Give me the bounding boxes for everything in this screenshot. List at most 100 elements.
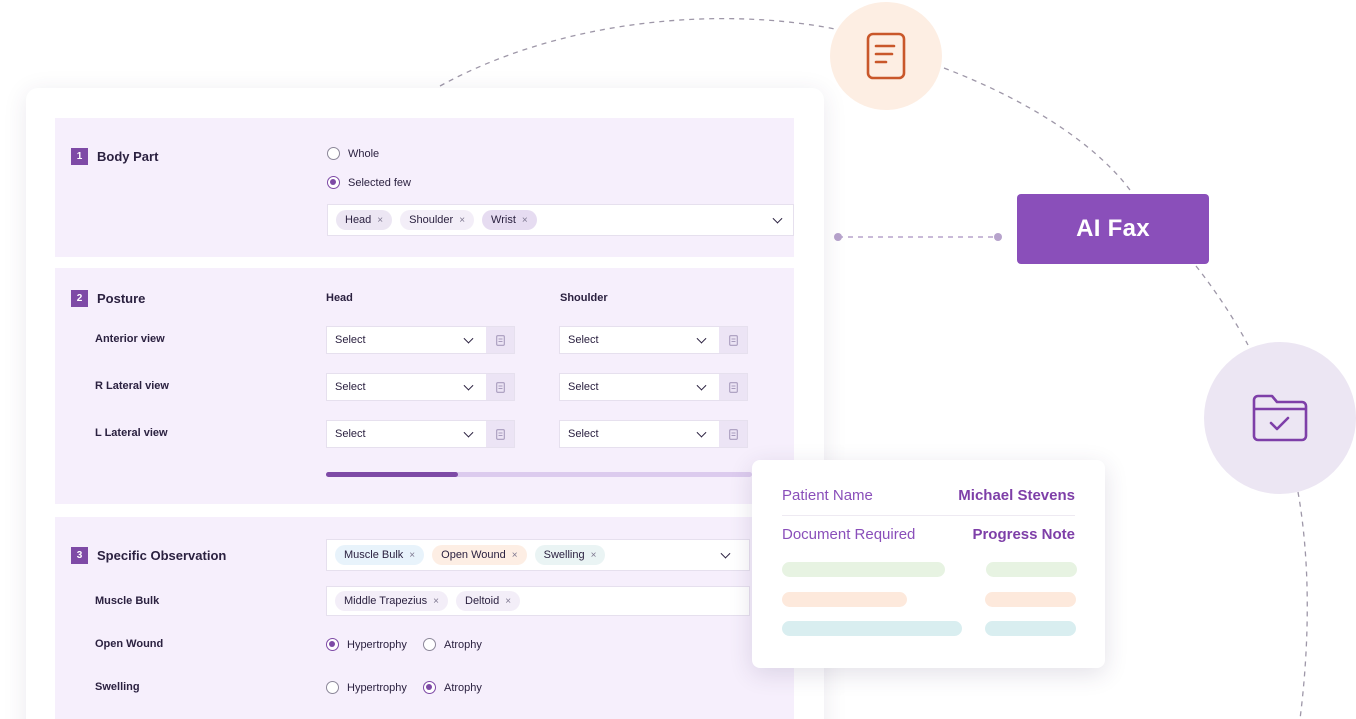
close-icon[interactable]: × (512, 550, 518, 561)
select-head-anterior[interactable]: Select (326, 326, 515, 354)
muscle-bulk-label: Muscle Bulk (95, 595, 160, 607)
chip-swelling[interactable]: Swelling × (534, 545, 606, 565)
doc-small-icon[interactable] (486, 374, 514, 400)
muscle-bulk-multiselect[interactable]: Middle Trapezius × Deltoid × (326, 586, 750, 616)
chip-muscle-bulk[interactable]: Muscle Bulk × (335, 545, 425, 565)
doc-small-icon[interactable] (719, 327, 747, 353)
chip-label: Muscle Bulk (344, 549, 404, 561)
folder-check-icon (1252, 394, 1308, 442)
section-number: 2 (71, 290, 88, 307)
chevron-down-icon[interactable] (463, 427, 474, 438)
ai-fax-button[interactable]: AI Fax (1017, 194, 1209, 264)
row-anterior-view: Anterior view (95, 333, 165, 345)
select-value: Select (335, 381, 366, 393)
select-shoulder-r-lateral[interactable]: Select (559, 373, 748, 401)
close-icon[interactable]: × (459, 215, 465, 226)
select-value: Select (335, 334, 366, 346)
close-icon[interactable]: × (591, 550, 597, 561)
body-part-panel (55, 118, 794, 257)
scrollbar-thumb[interactable] (326, 472, 459, 477)
chevron-down-icon[interactable] (696, 427, 707, 438)
document-required-row: Document Required Progress Note (782, 526, 1075, 543)
swelling-label: Swelling (95, 681, 140, 693)
close-icon[interactable]: × (409, 550, 415, 561)
chip-label: Deltoid (465, 595, 500, 607)
radio-open-wound-atrophy[interactable]: Atrophy (423, 638, 482, 651)
radio-swelling-hypertrophy[interactable]: Hypertrophy (326, 681, 407, 694)
chip-label: Head (345, 214, 372, 226)
select-value: Select (568, 334, 599, 346)
radio-label: Hypertrophy (347, 638, 407, 651)
document-required-value: Progress Note (972, 526, 1075, 543)
placeholder-bar (782, 592, 907, 607)
doc-small-icon[interactable] (719, 374, 747, 400)
chevron-down-icon[interactable] (772, 213, 783, 224)
select-shoulder-anterior[interactable]: Select (559, 326, 748, 354)
placeholder-bar (985, 621, 1076, 636)
select-value: Select (568, 428, 599, 440)
radio-button[interactable] (326, 638, 339, 651)
section-title: Specific Observation (97, 548, 227, 563)
folder-circle (1204, 342, 1356, 494)
chevron-down-icon[interactable] (696, 380, 707, 391)
radio-open-wound-hypertrophy[interactable]: Hypertrophy (326, 638, 407, 651)
select-head-r-lateral[interactable]: Select (326, 373, 515, 401)
radio-label: Whole (348, 147, 380, 160)
chip-label: Swelling (543, 549, 585, 561)
document-icon (866, 32, 906, 80)
chip-middle-trapezius[interactable]: Middle Trapezius × (335, 591, 448, 611)
observation-multiselect[interactable]: Muscle Bulk × Open Wound × Swelling × (326, 539, 750, 571)
radio-label: Atrophy (444, 638, 482, 651)
close-icon[interactable]: × (522, 215, 528, 226)
observation-section-title: 3 Specific Observation (71, 547, 226, 564)
radio-button[interactable] (327, 147, 340, 160)
radio-button[interactable] (327, 176, 340, 189)
body-part-section-title: 1 Body Part (71, 148, 158, 165)
radio-whole[interactable]: Whole (327, 147, 379, 160)
placeholder-bar (782, 621, 962, 636)
doc-small-icon[interactable] (719, 421, 747, 447)
horizontal-scrollbar[interactable] (326, 472, 752, 477)
patient-info-card: Patient Name Michael Stevens Document Re… (752, 460, 1105, 668)
close-icon[interactable]: × (377, 215, 383, 226)
chevron-down-icon[interactable] (720, 548, 731, 559)
select-shoulder-l-lateral[interactable]: Select (559, 420, 748, 448)
radio-selected-few[interactable]: Selected few (327, 176, 411, 189)
placeholder-bar (782, 562, 945, 577)
radio-label: Atrophy (444, 681, 482, 694)
patient-name-row: Patient Name Michael Stevens (782, 487, 1075, 504)
close-icon[interactable]: × (433, 596, 439, 607)
doc-small-icon[interactable] (486, 421, 514, 447)
section-title: Body Part (97, 149, 159, 164)
chip-label: Open Wound (441, 549, 506, 561)
radio-button[interactable] (423, 681, 436, 694)
divider (782, 515, 1075, 516)
chip-deltoid[interactable]: Deltoid × (456, 591, 521, 611)
radio-button[interactable] (326, 681, 339, 694)
chevron-down-icon[interactable] (463, 380, 474, 391)
chip-wrist[interactable]: Wrist × (482, 210, 537, 230)
chip-head[interactable]: Head × (336, 210, 393, 230)
radio-swelling-atrophy[interactable]: Atrophy (423, 681, 482, 694)
chevron-down-icon[interactable] (463, 333, 474, 344)
column-shoulder: Shoulder (560, 292, 608, 304)
section-number: 1 (71, 148, 88, 165)
row-l-lateral-view: L Lateral view (95, 427, 168, 439)
radio-label: Hypertrophy (347, 681, 407, 694)
chip-label: Middle Trapezius (344, 595, 428, 607)
chevron-down-icon[interactable] (696, 333, 707, 344)
document-required-label: Document Required (782, 526, 916, 543)
doc-small-icon[interactable] (486, 327, 514, 353)
body-part-multiselect[interactable]: Head × Shoulder × Wrist × (327, 204, 794, 236)
chip-open-wound[interactable]: Open Wound × (432, 545, 527, 565)
radio-button[interactable] (423, 638, 436, 651)
select-head-l-lateral[interactable]: Select (326, 420, 515, 448)
patient-name-value: Michael Stevens (958, 487, 1075, 504)
column-head: Head (326, 292, 353, 304)
row-r-lateral-view: R Lateral view (95, 380, 169, 392)
chip-label: Wrist (491, 214, 516, 226)
close-icon[interactable]: × (505, 596, 511, 607)
chip-shoulder[interactable]: Shoulder × (400, 210, 475, 230)
placeholder-bar (986, 562, 1077, 577)
select-value: Select (335, 428, 366, 440)
